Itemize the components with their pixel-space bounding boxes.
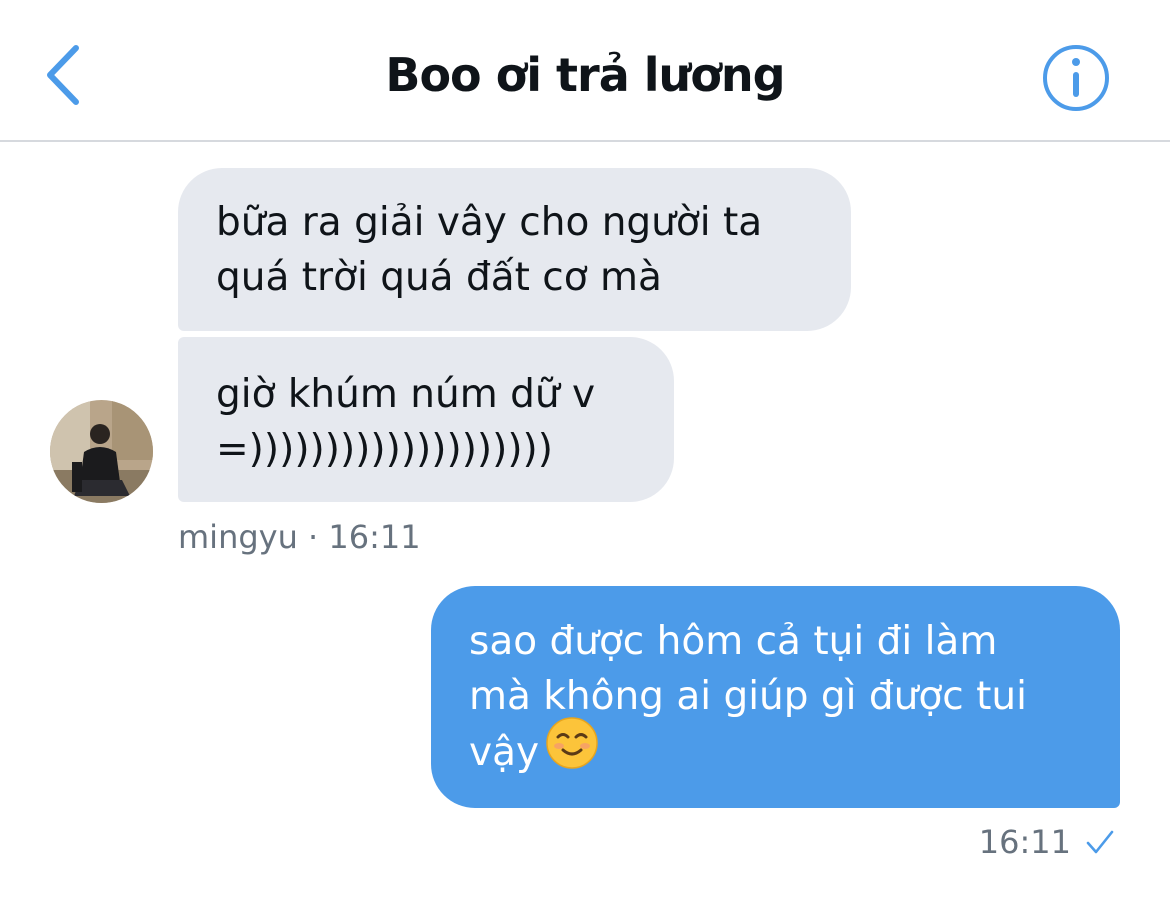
avatar-photo: [50, 400, 153, 503]
message-time: 16:11: [328, 518, 421, 556]
sender-name: mingyu: [178, 518, 298, 556]
outgoing-message-meta: 16:11: [979, 820, 1115, 864]
info-icon: [1043, 45, 1109, 111]
dm-conversation-screen: Boo ơi trả lương bữa ra giải vây cho ngư…: [0, 0, 1170, 900]
conversation-header: Boo ơi trả lương: [0, 0, 1170, 142]
sender-avatar[interactable]: [50, 400, 153, 503]
outgoing-message-bubble[interactable]: sao được hôm cả tụi đi làm mà không ai g…: [431, 586, 1120, 808]
conversation-title: Boo ơi trả lương: [385, 48, 785, 102]
incoming-message-meta: mingyu · 16:11: [178, 515, 421, 559]
smiling-face-emoji: [545, 716, 599, 785]
incoming-message-bubble[interactable]: bữa ra giải vây cho người ta quá trời qu…: [178, 168, 851, 331]
meta-separator: ·: [308, 518, 319, 556]
info-button[interactable]: [1040, 42, 1112, 114]
checkmark-icon: [1086, 830, 1114, 854]
incoming-message-bubble[interactable]: giờ khúm núm dữ v =)))))))))))))))))))): [178, 337, 674, 502]
message-time: 16:11: [978, 823, 1071, 861]
